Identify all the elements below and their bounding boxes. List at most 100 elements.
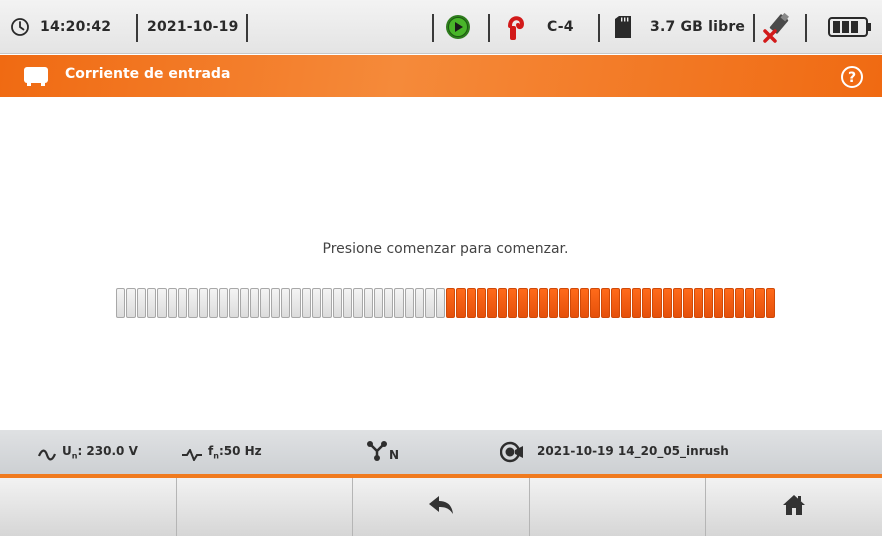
progress-segment-filled — [600, 288, 610, 318]
progress-segment-empty — [146, 288, 157, 318]
network-icon: N — [366, 440, 399, 462]
status-divider — [246, 14, 248, 42]
progress-segment-filled — [734, 288, 745, 318]
status-clamp: C-4 — [547, 19, 574, 35]
instruction-message: Presione comenzar para comenzar. — [322, 241, 569, 257]
progress-segment-empty — [116, 288, 126, 318]
progress-segment-filled — [590, 288, 600, 318]
function-button-1[interactable] — [0, 478, 177, 536]
help-icon[interactable]: ? — [840, 65, 864, 93]
progress-segment-filled — [559, 288, 569, 318]
progress-segment-empty — [363, 288, 373, 318]
progress-segment-empty — [301, 288, 311, 318]
status-divider — [598, 14, 600, 42]
progress-segment-empty — [167, 288, 177, 318]
status-divider — [805, 14, 807, 42]
function-button-2[interactable] — [176, 478, 354, 536]
progress-segment-filled — [703, 288, 714, 318]
info-bar: Un: 230.0 V fn:50 Hz N 2021-10-19 14_20_… — [0, 430, 882, 474]
network-label: N — [389, 448, 400, 462]
progress-segment-filled — [446, 288, 456, 318]
status-divider — [136, 14, 138, 42]
usb-disconnected-icon — [762, 0, 794, 54]
nominal-frequency-value: :50 Hz — [218, 444, 262, 458]
function-button-bar — [0, 478, 882, 536]
progress-segment-filled — [641, 288, 652, 318]
progress-segment-filled — [755, 288, 765, 318]
progress-segment-empty — [311, 288, 322, 318]
nominal-voltage: Un: 230.0 V — [62, 444, 138, 460]
status-time: 14:20:42 — [40, 19, 112, 35]
progress-segment-filled — [652, 288, 662, 318]
status-divider — [753, 14, 755, 42]
progress-segment-filled — [683, 288, 693, 318]
progress-segment-filled — [456, 288, 466, 318]
progress-segment-empty — [281, 288, 291, 318]
progress-segment-filled — [672, 288, 683, 318]
nominal-voltage-symbol: U — [62, 444, 72, 458]
progress-segment-filled — [662, 288, 672, 318]
progress-segment-empty — [198, 288, 208, 318]
progress-segment-filled — [765, 288, 775, 318]
progress-segment-empty — [136, 288, 146, 318]
recording-icon — [499, 441, 524, 467]
progress-segment-empty — [415, 288, 425, 318]
progress-segment-filled — [466, 288, 476, 318]
progress-segment-empty — [291, 288, 301, 318]
svg-text:?: ? — [848, 70, 856, 86]
back-icon — [428, 495, 454, 519]
progress-segment-empty — [384, 288, 394, 318]
progress-segment-filled — [518, 288, 528, 318]
frequency-icon — [181, 446, 203, 465]
nominal-voltage-value: : 230.0 V — [77, 444, 138, 458]
progress-segment-empty — [425, 288, 435, 318]
progress-segment-filled — [621, 288, 631, 318]
progress-segment-filled — [569, 288, 580, 318]
back-button[interactable] — [353, 478, 530, 536]
progress-segment-filled — [487, 288, 497, 318]
status-divider — [432, 14, 434, 42]
progress-segment-empty — [229, 288, 239, 318]
progress-segment-empty — [250, 288, 260, 318]
progress-segment-empty — [332, 288, 342, 318]
status-bar: 14:20:42 2021-10-19 C-4 3.7 GB libre — [0, 0, 882, 54]
device-icon — [22, 66, 50, 92]
progress-segment-filled — [714, 288, 724, 318]
progress-segment-filled — [507, 288, 518, 318]
progress-segment-filled — [724, 288, 734, 318]
progress-segment-filled — [538, 288, 549, 318]
progress-segment-empty — [239, 288, 250, 318]
status-storage: 3.7 GB libre — [650, 19, 746, 35]
progress-segment-filled — [549, 288, 559, 318]
clamp-icon — [506, 0, 526, 54]
progress-segment-filled — [745, 288, 755, 318]
progress-segment-empty — [260, 288, 270, 318]
progress-segment-empty — [322, 288, 332, 318]
progress-segment-empty — [126, 288, 136, 318]
clock-icon — [10, 0, 30, 54]
sdcard-icon — [614, 0, 632, 54]
function-button-4[interactable] — [529, 478, 707, 536]
recording-file: 2021-10-19 14_20_05_inrush — [537, 444, 729, 458]
nominal-frequency: fn:50 Hz — [208, 444, 262, 460]
progress-segment-filled — [528, 288, 538, 318]
battery-icon — [828, 0, 872, 54]
progress-segment-filled — [631, 288, 641, 318]
progress-segment-empty — [270, 288, 280, 318]
page-title: Corriente de entrada — [65, 66, 231, 82]
play-icon[interactable] — [445, 0, 471, 54]
progress-segment-empty — [188, 288, 198, 318]
status-divider — [488, 14, 490, 42]
sine-wave-icon — [37, 446, 57, 465]
progress-segment-empty — [208, 288, 219, 318]
progress-segment-empty — [394, 288, 404, 318]
progress-segment-filled — [693, 288, 703, 318]
progress-segment-empty — [373, 288, 384, 318]
progress-bar — [116, 288, 776, 318]
progress-segment-empty — [157, 288, 167, 318]
progress-segment-empty — [404, 288, 415, 318]
home-button[interactable] — [706, 478, 882, 536]
progress-segment-empty — [342, 288, 353, 318]
progress-segment-filled — [497, 288, 507, 318]
progress-segment-empty — [435, 288, 445, 318]
